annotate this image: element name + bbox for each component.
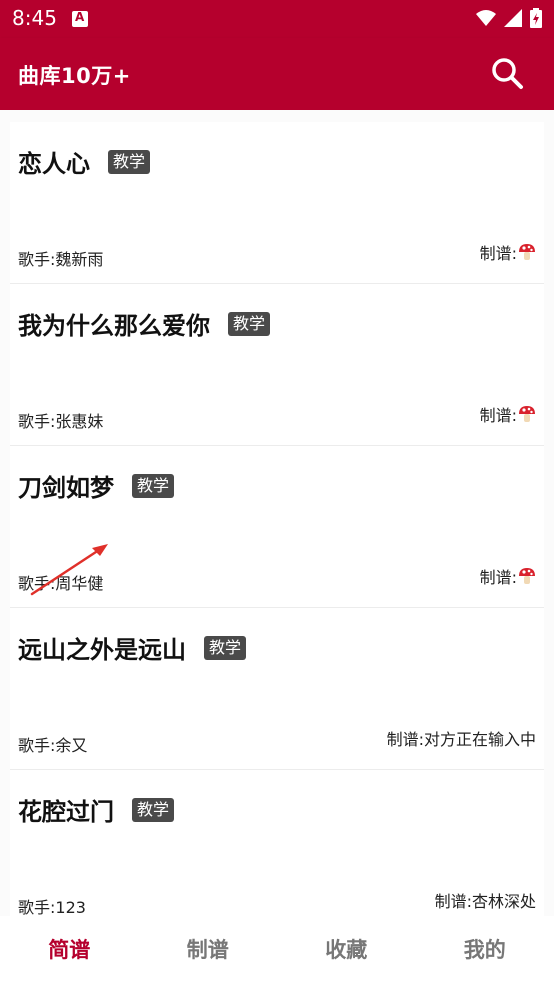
song-title-row: 远山之外是远山 教学 (18, 630, 247, 665)
song-item[interactable]: 恋人心 教学 歌手:魏新雨 制谱: (10, 122, 544, 283)
song-title-row: 花腔过门 教学 (18, 792, 175, 827)
song-list[interactable]: 恋人心 教学 歌手:魏新雨 制谱: 我为什么那么爱你 教学 歌手:张惠妹 制谱: (0, 110, 554, 916)
song-item[interactable]: 远山之外是远山 教学 歌手:余又 制谱:对方正在输入中 (10, 608, 544, 769)
arranger-label: 制谱: (479, 568, 517, 587)
bottom-nav: 简谱 制谱 收藏 我的 (0, 916, 554, 984)
song-title: 我为什么那么爱你 (18, 312, 210, 340)
song-arranger: 制谱:对方正在输入中 (387, 726, 536, 750)
teaching-badge: 教学 (132, 473, 175, 498)
status-bar: 8:45 (0, 0, 554, 38)
song-title: 花腔过门 (18, 798, 114, 826)
mushroom-icon (519, 406, 535, 422)
song-title-row: 恋人心 教学 (18, 144, 151, 179)
song-item[interactable]: 花腔过门 教学 歌手:123 制谱:杏林深处 (10, 770, 544, 916)
song-arranger: 制谱: (480, 564, 536, 588)
annotation-arrow-icon (30, 544, 108, 596)
teaching-badge: 教学 (132, 797, 175, 822)
arranger-label: 制谱:杏林深处 (434, 892, 536, 911)
status-icons (476, 8, 542, 28)
song-title-row: 刀剑如梦 教学 (18, 468, 175, 503)
teaching-badge: 教学 (204, 635, 247, 660)
battery-icon (530, 8, 542, 28)
teaching-badge: 教学 (228, 311, 271, 336)
song-singer: 歌手:余又 (18, 736, 88, 755)
signal-icon (504, 9, 522, 27)
song-singer: 歌手:张惠妹 (18, 412, 104, 431)
mushroom-icon (519, 568, 535, 584)
song-singer: 歌手:魏新雨 (18, 250, 104, 269)
notification-app-icon (72, 10, 88, 27)
tab-notation[interactable]: 简谱 (0, 916, 139, 984)
teaching-badge: 教学 (108, 149, 151, 174)
tab-arrange[interactable]: 制谱 (139, 916, 278, 984)
song-arranger: 制谱: (480, 402, 536, 426)
song-item[interactable]: 我为什么那么爱你 教学 歌手:张惠妹 制谱: (10, 284, 544, 445)
app-title: 曲库10万+ (18, 64, 131, 88)
app-bar: 曲库10万+ (0, 38, 554, 110)
tab-mine[interactable]: 我的 (416, 916, 554, 984)
mushroom-icon (519, 244, 535, 260)
song-title: 恋人心 (18, 150, 90, 178)
song-title: 远山之外是远山 (18, 636, 186, 664)
song-arranger: 制谱:杏林深处 (435, 888, 536, 912)
search-icon[interactable] (490, 56, 524, 90)
arranger-label: 制谱:对方正在输入中 (386, 730, 536, 749)
song-arranger: 制谱: (480, 240, 536, 264)
tab-favorites[interactable]: 收藏 (277, 916, 416, 984)
status-time: 8:45 (12, 6, 57, 30)
wifi-icon (476, 10, 496, 26)
song-singer: 歌手:123 (18, 898, 86, 916)
song-title: 刀剑如梦 (18, 474, 114, 502)
arranger-label: 制谱: (479, 244, 517, 263)
song-title-row: 我为什么那么爱你 教学 (18, 306, 271, 341)
arranger-label: 制谱: (479, 406, 517, 425)
